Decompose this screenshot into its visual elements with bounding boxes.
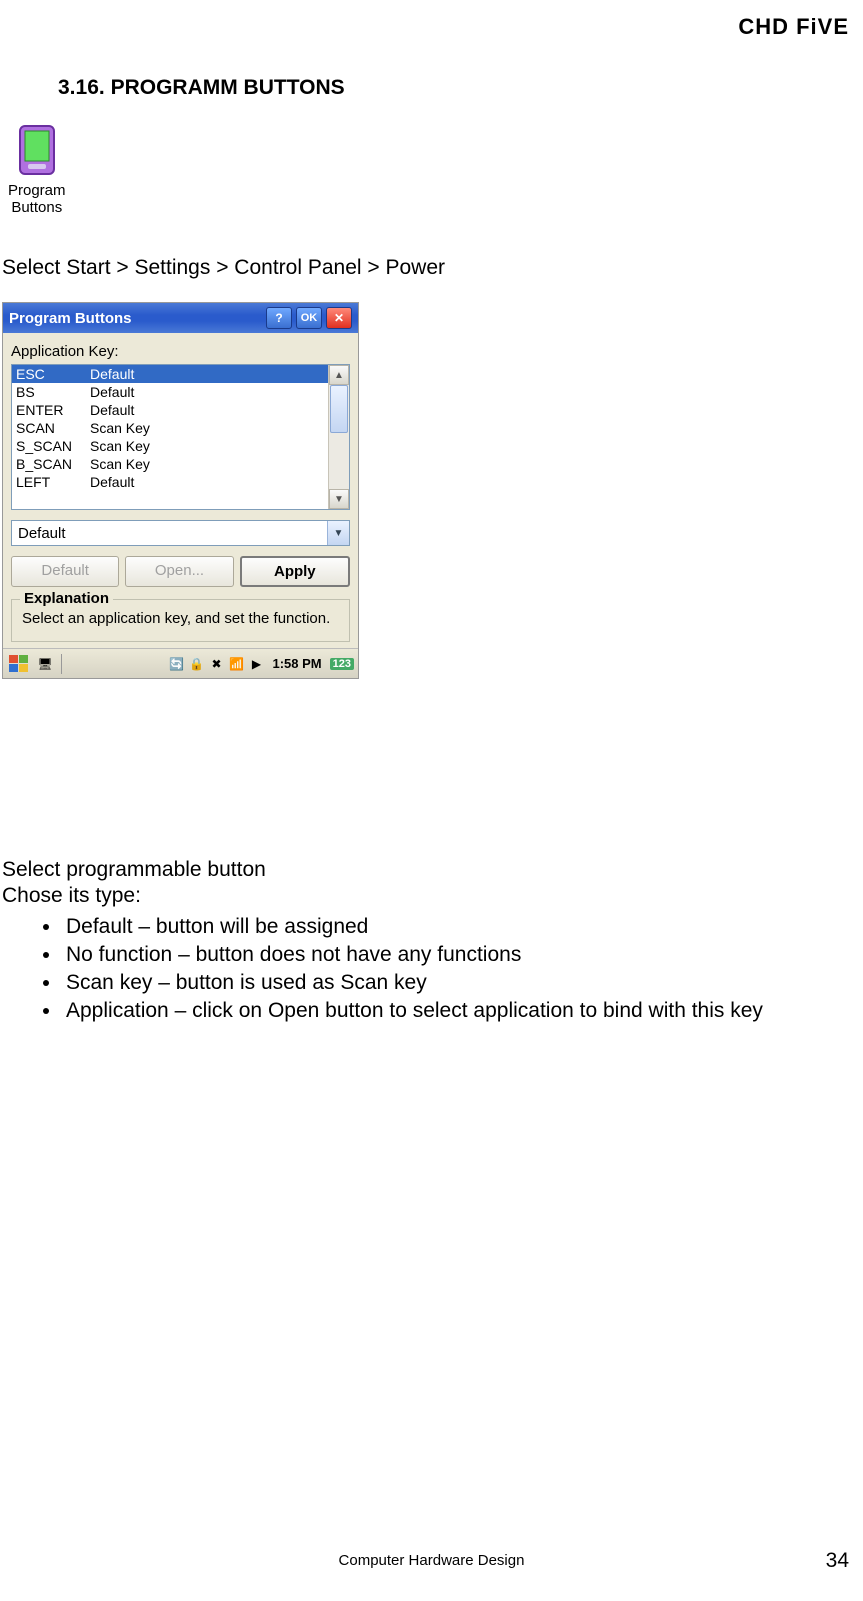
clock[interactable]: 1:58 PM (269, 656, 326, 671)
list-item[interactable]: LEFTDefault (12, 473, 328, 491)
default-button[interactable]: Default (11, 556, 119, 587)
section-title: 3.16. PROGRAMM BUTTONS (58, 76, 345, 100)
breadcrumb: Select Start > Settings > Control Panel … (2, 256, 445, 280)
help-button[interactable]: ? (266, 307, 292, 329)
window-title: Program Buttons (9, 310, 262, 327)
explanation-group: Explanation Select an application key, a… (11, 599, 350, 642)
close-icon[interactable]: ✖ (209, 656, 225, 672)
list-item[interactable]: ENTERDefault (12, 401, 328, 419)
desktop-icon[interactable]: 🖥 (37, 656, 53, 672)
list-key: B_SCAN (16, 456, 90, 472)
group-legend: Explanation (20, 590, 113, 607)
list-val: Scan Key (90, 438, 324, 454)
taskbar: 🖥 🔄 🔒 ✖ 📶 ▶ 1:58 PM 123 (3, 648, 358, 678)
page-number: 34 (826, 1549, 849, 1573)
footer-text: Computer Hardware Design (0, 1552, 863, 1569)
body-line-1: Select programmable button (2, 857, 842, 883)
ok-button[interactable]: OK (296, 307, 322, 329)
scroll-down-icon[interactable]: ▼ (329, 489, 349, 509)
open-button[interactable]: Open... (125, 556, 233, 587)
play-icon[interactable]: ▶ (249, 656, 265, 672)
apply-button[interactable]: Apply (240, 556, 350, 587)
separator (61, 654, 62, 674)
list-item[interactable]: B_SCANScan Key (12, 455, 328, 473)
list-val: Default (90, 384, 324, 400)
group-text: Select an application key, and set the f… (22, 610, 339, 627)
list-key: SCAN (16, 420, 90, 436)
list-val: Scan Key (90, 420, 324, 436)
program-buttons-cp-icon[interactable]: Program Buttons (8, 124, 66, 216)
bullet-item: Scan key – button is used as Scan key (62, 970, 842, 996)
scrollbar[interactable]: ▲ ▼ (328, 365, 349, 509)
application-key-label: Application Key: (11, 343, 350, 360)
header-logo: CHD FiVE (738, 14, 849, 40)
input-panel-icon[interactable]: 123 (330, 658, 354, 670)
body-line-2: Chose its type: (2, 883, 842, 909)
bullet-item: No function – button does not have any f… (62, 942, 842, 968)
program-buttons-window: Program Buttons ? OK ✕ Application Key: … (2, 302, 359, 679)
bullet-item: Application – click on Open button to se… (62, 998, 842, 1024)
icon-label-1: Program (8, 182, 66, 199)
list-val: Scan Key (90, 456, 324, 472)
titlebar: Program Buttons ? OK ✕ (3, 303, 358, 333)
function-dropdown[interactable]: Default ▼ (11, 520, 350, 546)
list-key: BS (16, 384, 90, 400)
body-text: Select programmable button Chose its typ… (2, 857, 842, 1027)
list-item[interactable]: BSDefault (12, 383, 328, 401)
list-key: LEFT (16, 474, 90, 490)
list-val: Default (90, 402, 324, 418)
pda-icon (16, 124, 58, 180)
bullet-item: Default – button will be assigned (62, 914, 842, 940)
chevron-down-icon[interactable]: ▼ (327, 521, 349, 545)
scroll-track[interactable] (329, 385, 349, 489)
scroll-thumb[interactable] (330, 385, 348, 433)
list-val: Default (90, 366, 324, 382)
close-button[interactable]: ✕ (326, 307, 352, 329)
list-item[interactable]: ESCDefault (12, 365, 328, 383)
scroll-up-icon[interactable]: ▲ (329, 365, 349, 385)
list-item[interactable]: S_SCANScan Key (12, 437, 328, 455)
start-button[interactable] (7, 653, 31, 675)
list-val: Default (90, 474, 324, 490)
list-key: ESC (16, 366, 90, 382)
application-key-list[interactable]: ESCDefault BSDefault ENTERDefault SCANSc… (11, 364, 350, 510)
sync-icon[interactable]: 🔄 (169, 656, 185, 672)
dropdown-value: Default (18, 525, 66, 542)
section-heading-text: PROGRAMM BUTTONS (111, 76, 345, 99)
lock-icon[interactable]: 🔒 (189, 656, 205, 672)
network-icon[interactable]: 📶 (229, 656, 245, 672)
list-key: ENTER (16, 402, 90, 418)
icon-label-2: Buttons (8, 199, 66, 216)
section-number: 3.16. (58, 76, 105, 99)
list-key: S_SCAN (16, 438, 90, 454)
list-item[interactable]: SCANScan Key (12, 419, 328, 437)
